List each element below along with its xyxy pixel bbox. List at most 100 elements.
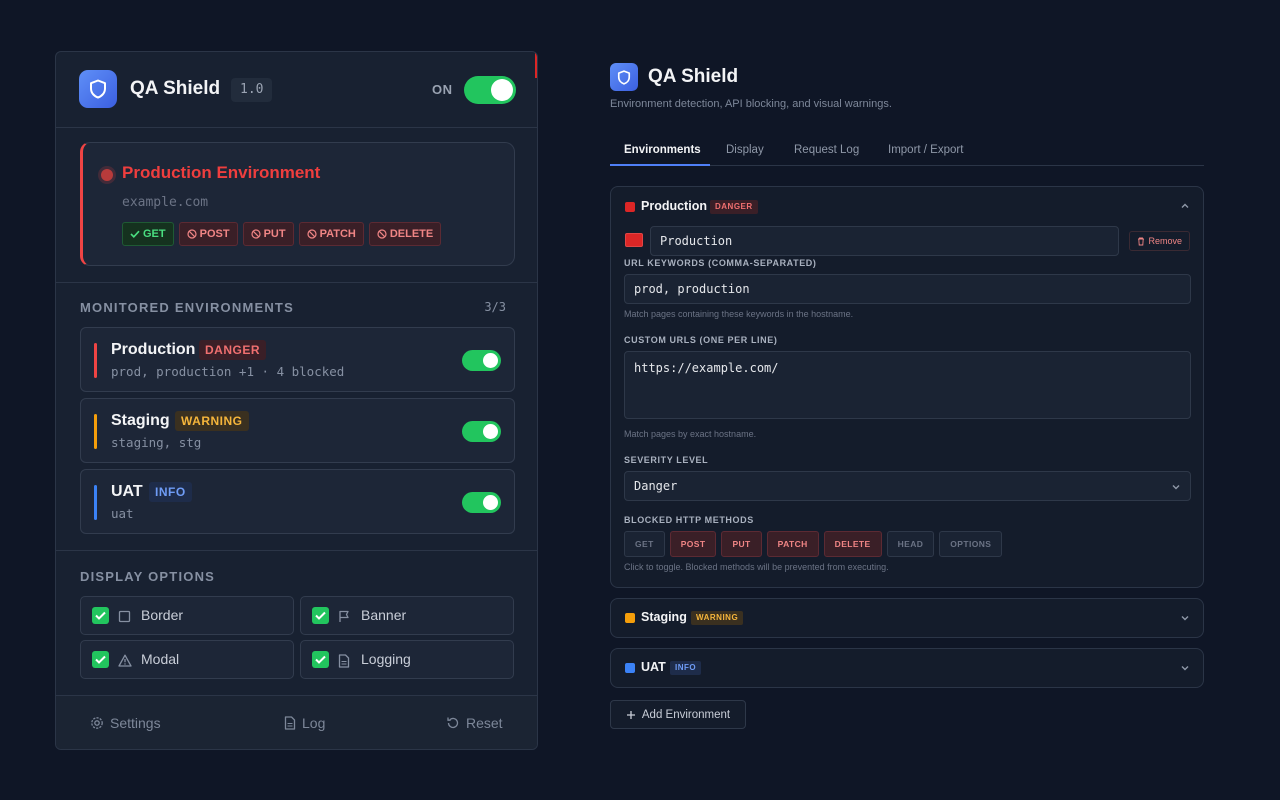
http-method-get-toggle[interactable]: GET [624, 531, 665, 557]
settings-button[interactable]: Settings [90, 715, 161, 731]
add-environment-label: Add Environment [641, 708, 731, 721]
add-environment-button[interactable]: Add Environment [610, 700, 746, 729]
power-label: ON [432, 82, 453, 97]
check-icon [130, 230, 140, 238]
env-color-square [625, 613, 635, 623]
http-method-options-toggle[interactable]: OPTIONS [939, 531, 1003, 557]
log-button[interactable]: Log [284, 715, 325, 731]
option-label: Border [141, 607, 184, 623]
env-badge: DANGER [199, 340, 267, 360]
version-badge: 1.0 [231, 78, 273, 102]
option-border[interactable]: Border [80, 596, 294, 635]
env-name: Production [641, 199, 707, 213]
http-method-head-toggle[interactable]: HEAD [886, 531, 935, 557]
env-card-production-expanded: Production DANGER Production Remove URL … [610, 186, 1204, 588]
popup-footer: Settings Log Reset [56, 695, 537, 749]
severity-select[interactable]: Danger [624, 471, 1191, 501]
env-color-bar [94, 485, 97, 520]
env-color-bar [94, 414, 97, 449]
remove-button[interactable]: Remove [1129, 231, 1190, 251]
checkbox-checked-icon[interactable] [312, 651, 329, 668]
log-label: Log [302, 715, 326, 731]
tab-environments[interactable]: Environments [624, 144, 701, 156]
app-title: QA Shield [130, 78, 221, 99]
file-icon [338, 654, 350, 668]
option-banner[interactable]: Banner [300, 596, 514, 635]
blocked-icon [187, 229, 197, 239]
settings-title: QA Shield [648, 66, 739, 87]
tab-display[interactable]: Display [726, 144, 764, 156]
settings-label: Settings [110, 715, 161, 731]
urls-help: Match pages by exact hostname. [624, 429, 757, 439]
checkbox-checked-icon[interactable] [92, 651, 109, 668]
http-method-put-toggle[interactable]: PUT [721, 531, 762, 557]
chevron-down-icon[interactable] [1180, 613, 1190, 623]
severity-value: Danger [634, 479, 678, 493]
env-badge: INFO [670, 661, 702, 675]
method-chip-post: POST [178, 222, 238, 246]
square-icon [118, 610, 131, 623]
env-name: UAT [641, 660, 666, 674]
method-chip-put: PUT [242, 222, 294, 246]
shield-logo-icon [610, 63, 638, 91]
chevron-up-icon[interactable] [1180, 201, 1190, 211]
methods-help: Click to toggle. Blocked methods will be… [624, 562, 889, 572]
http-method-post-toggle[interactable]: POST [669, 531, 717, 557]
urls-textarea[interactable]: https://example.com/ [624, 351, 1191, 419]
http-method-chips: GET POST PUT PATCH DELETE HEAD OPTIONS [624, 531, 1003, 557]
popup-header: QA Shield 1.0 ON [56, 52, 537, 128]
option-modal[interactable]: Modal [80, 640, 294, 679]
file-icon [284, 716, 296, 730]
plus-icon [626, 710, 636, 720]
gear-icon [90, 716, 104, 730]
active-tab-indicator [610, 164, 710, 166]
severity-label: SEVERITY LEVEL [624, 455, 709, 465]
env-toggle[interactable] [462, 492, 501, 513]
checkbox-checked-icon[interactable] [92, 607, 109, 624]
env-card-uat[interactable]: UAT INFO uat [80, 469, 515, 534]
blocked-icon [250, 229, 261, 239]
checkbox-checked-icon[interactable] [312, 607, 329, 624]
env-badge: WARNING [691, 611, 744, 625]
method-label: DELETE [389, 228, 434, 240]
option-label: Modal [141, 651, 180, 667]
warning-icon [118, 654, 132, 667]
tab-request-log[interactable]: Request Log [794, 144, 859, 156]
option-logging[interactable]: Logging [300, 640, 514, 679]
http-method-delete-toggle[interactable]: DELETE [823, 531, 882, 557]
env-name-input[interactable]: Production [650, 226, 1119, 256]
env-summary: staging, stg [111, 435, 202, 450]
reset-button[interactable]: Reset [446, 715, 503, 731]
trash-icon [1137, 237, 1145, 246]
env-name: Staging [641, 610, 687, 624]
popup-panel: QA Shield 1.0 ON Production Environment … [55, 51, 538, 750]
blocked-icon [306, 229, 317, 239]
alert-title: Production Environment [122, 163, 321, 182]
keywords-input[interactable]: prod, production [624, 274, 1191, 304]
shield-logo-icon [79, 70, 117, 108]
env-name: Staging [111, 412, 170, 429]
tab-import-export[interactable]: Import / Export [888, 144, 963, 156]
method-label: PUT [263, 228, 286, 240]
method-label: PATCH [319, 228, 356, 240]
env-name: Production [111, 341, 196, 358]
master-toggle[interactable] [464, 76, 516, 104]
env-card-staging-collapsed[interactable]: Staging WARNING [610, 598, 1204, 638]
env-card-uat-collapsed[interactable]: UAT INFO [610, 648, 1204, 688]
env-card-production[interactable]: Production DANGER prod, production +1 · … [80, 327, 515, 392]
divider [56, 550, 537, 551]
env-card-staging[interactable]: Staging WARNING staging, stg [80, 398, 515, 463]
reset-label: Reset [466, 715, 503, 731]
method-chip-patch: PATCH [298, 222, 364, 246]
env-color-square [625, 202, 635, 212]
env-toggle[interactable] [462, 421, 501, 442]
settings-subtitle: Environment detection, API blocking, and… [610, 98, 892, 110]
alert-domain: example.com [122, 195, 209, 210]
env-toggle[interactable] [462, 350, 501, 371]
http-method-patch-toggle[interactable]: PATCH [766, 531, 819, 557]
color-picker[interactable] [625, 233, 643, 247]
chevron-down-icon[interactable] [1180, 663, 1190, 673]
divider [56, 282, 537, 283]
option-label: Logging [361, 651, 411, 667]
env-color-square [625, 663, 635, 673]
